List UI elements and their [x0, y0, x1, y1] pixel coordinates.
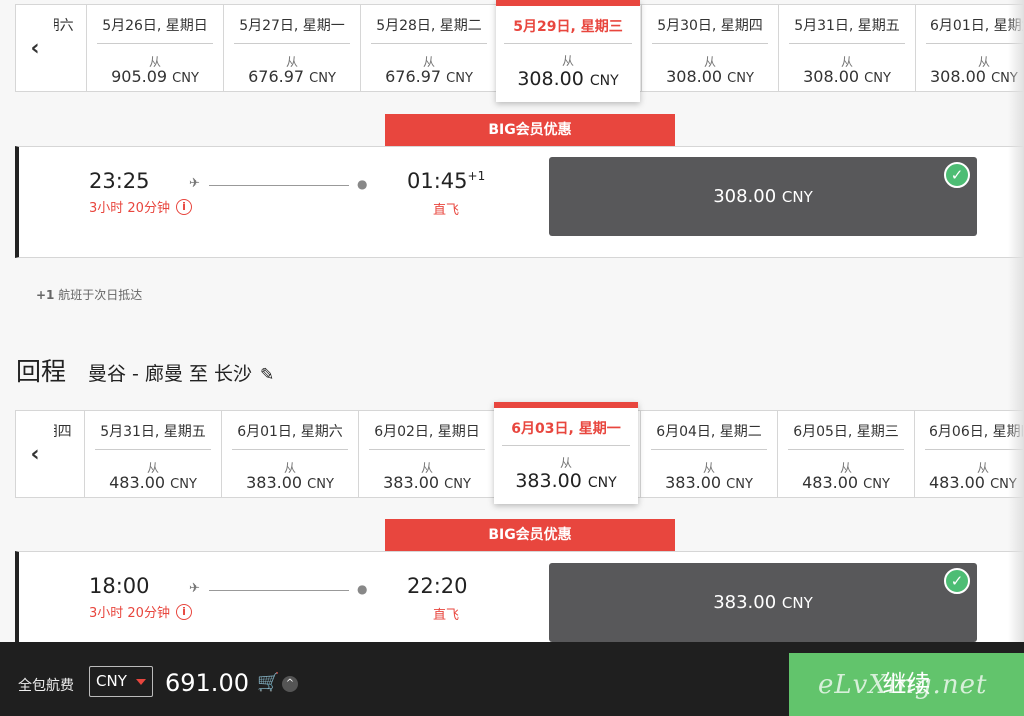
flight-type: 直飞	[433, 203, 460, 218]
chevron-left-icon: ‹	[30, 35, 40, 61]
departure-time: 18:00	[89, 574, 150, 598]
info-icon[interactable]: i	[175, 603, 192, 620]
outbound-promo-tab: BIG会员优惠	[385, 114, 675, 146]
check-icon: ✓	[944, 568, 970, 594]
outbound-prev-dates-button[interactable]: ‹	[16, 5, 54, 91]
date-cell[interactable]: 6月02日, 星期日 从 383.00 CNY	[358, 411, 495, 497]
date-cell[interactable]: 6月01日, 星期六 从 383.00 CNY	[221, 411, 358, 497]
departure-time: 23:25	[89, 169, 150, 193]
date-cell[interactable]: 5月27日, 星期一 从 676.97 CNY	[223, 5, 360, 91]
date-cell[interactable]: 5月25日, 星期六	[54, 5, 86, 91]
flight-duration: 3小时 20分钟 i	[89, 602, 192, 621]
return-prev-dates-button[interactable]: ‹	[16, 411, 54, 497]
flight-type: 直飞	[433, 608, 460, 623]
next-day-note: +1 航班于次日抵达	[36, 288, 143, 302]
date-cell[interactable]: 5月26日, 星期日 从 905.09 CNY	[86, 5, 223, 91]
outbound-selected-date[interactable]: 5月29日, 星期三 从 308.00 CNY	[496, 0, 640, 102]
return-flight-card[interactable]: 18:00 3小时 20分钟 i ✈ ● 22:20 直飞 383.00 CNY	[15, 551, 1024, 651]
chevron-up-icon[interactable]: ^	[282, 676, 298, 692]
total-label: 全包航费	[18, 678, 74, 694]
bottom-summary-bar: 全包航费 CNY 691.00 🛒 ^ 继续 eLvXing.net	[0, 642, 1024, 716]
return-promo-tab: BIG会员优惠	[385, 519, 675, 551]
plane-icon: ✈	[189, 581, 200, 596]
scroll-shadow	[1008, 0, 1024, 642]
currency-select[interactable]: CNY	[89, 666, 153, 697]
chevron-left-icon: ‹	[30, 441, 40, 467]
date-cell[interactable]: 6月05日, 星期三 从 483.00 CNY	[777, 411, 914, 497]
return-heading: 回程 曼谷 - 廊曼 至 长沙 ✎	[16, 352, 274, 388]
return-title: 回程	[16, 357, 67, 386]
date-cell[interactable]: 5月31日, 星期五 从 308.00 CNY	[778, 5, 915, 91]
location-pin-icon: ●	[357, 582, 368, 596]
return-selected-date[interactable]: 6月03日, 星期一 从 383.00 CNY	[494, 402, 638, 504]
plane-icon: ✈	[189, 176, 200, 191]
return-fare-button[interactable]: 383.00 CNY	[549, 563, 977, 642]
check-icon: ✓	[944, 162, 970, 188]
outbound-fare-button[interactable]: 308.00 CNY	[549, 157, 977, 236]
outbound-flight-card[interactable]: 23:25 3小时 20分钟 i ✈ ● 01:45+1 直飞 308.00 C…	[15, 146, 1024, 258]
date-cell[interactable]: 6月04日, 星期二 从 383.00 CNY	[640, 411, 777, 497]
location-pin-icon: ●	[357, 177, 368, 191]
arrival-time: 01:45+1	[407, 169, 486, 193]
date-cell[interactable]: 5月31日, 星期五 从 483.00 CNY	[84, 411, 221, 497]
arrival-time: 22:20	[407, 574, 468, 598]
date-cell[interactable]: 5月30日, 星期四	[54, 411, 84, 497]
caret-down-icon	[136, 679, 146, 685]
info-icon[interactable]: i	[175, 198, 192, 215]
return-route: 曼谷 - 廊曼 至 长沙	[88, 363, 253, 385]
total-amount: 691.00	[165, 669, 249, 697]
date-cell[interactable]: 5月28日, 星期二 从 676.97 CNY	[360, 5, 497, 91]
route-line	[209, 590, 349, 591]
watermark: eLvXing.net	[818, 670, 988, 700]
flight-duration: 3小时 20分钟 i	[89, 197, 192, 216]
date-cell[interactable]: 5月30日, 星期四 从 308.00 CNY	[641, 5, 778, 91]
cart-icon[interactable]: 🛒	[257, 672, 279, 693]
route-line	[209, 185, 349, 186]
pencil-icon[interactable]: ✎	[260, 365, 274, 385]
